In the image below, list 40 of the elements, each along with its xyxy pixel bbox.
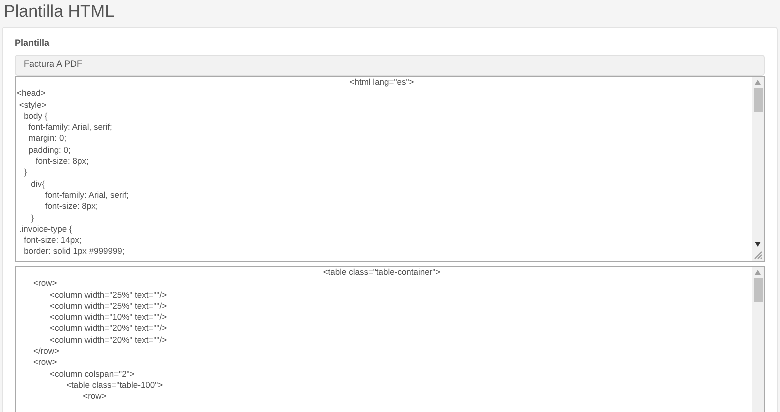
scroll-up-icon[interactable] <box>755 80 761 85</box>
field-label: Plantilla <box>15 37 51 50</box>
scroll-down-icon[interactable] <box>755 242 761 247</box>
code-line: body { <box>23 110 48 121</box>
code-line: font-size: 14px; <box>23 235 82 246</box>
code-line: <column width="25%" text=""/> <box>49 300 168 311</box>
code-line: padding: 0; <box>28 144 71 155</box>
code-line: font-size: 8px; <box>34 156 89 166</box>
scrollbar-thumb[interactable] <box>754 88 762 112</box>
code-line: <row> <box>32 357 58 368</box>
code-line: font-family: Arial, serif; <box>44 190 129 200</box>
code-line: div{ <box>30 178 45 189</box>
scrollbar[interactable] <box>752 77 764 261</box>
code-line: <column width="20%" text=""/> <box>49 334 168 345</box>
code-line: <column width="20%" text=""/> <box>49 323 168 334</box>
code-line: margin: 0; <box>28 133 67 144</box>
code-line: } <box>30 212 34 223</box>
code-line: <column width="25%" text=""/> <box>49 290 168 300</box>
code-line: <table class="table-100"> <box>66 380 164 390</box>
template-field[interactable]: Factura A PDF <box>15 54 765 76</box>
code-editor[interactable] <box>15 266 765 412</box>
code-line: <html lang="es"> <box>350 77 414 87</box>
page-title: Plantilla HTML <box>4 1 116 23</box>
scrollbar-thumb[interactable] <box>754 278 762 302</box>
code-line: <table class="table-container"> <box>323 267 441 277</box>
code-line: <row> <box>82 391 107 402</box>
resize-handle-icon[interactable] <box>753 250 763 260</box>
code-line: font-size: 8px; <box>44 201 98 212</box>
scroll-up-icon[interactable] <box>755 270 761 275</box>
code-line: } <box>23 167 27 178</box>
code-line: </row> <box>32 346 60 356</box>
code-line: <style> <box>18 100 47 110</box>
code-line: <head> <box>17 88 46 98</box>
code-line: font-family: Arial, serif; <box>28 122 112 132</box>
code-line: border: solid 1px #999999; <box>23 246 125 256</box>
code-line: <column colspan="2"> <box>49 368 135 379</box>
code-line: <row> <box>32 278 58 288</box>
scrollbar[interactable] <box>752 267 764 412</box>
code-line: .invoice-type { <box>18 224 72 234</box>
code-line: <column width="10%" text=""/> <box>49 312 168 322</box>
